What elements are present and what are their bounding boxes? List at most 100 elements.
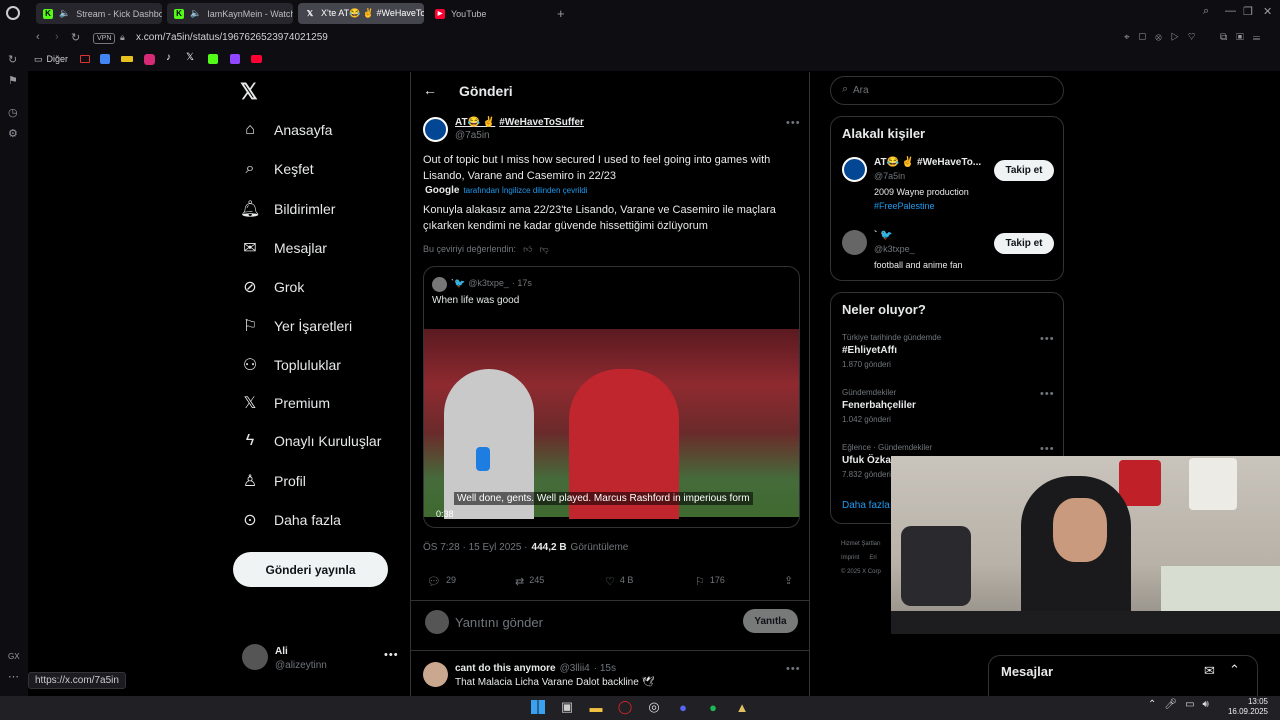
youtube-bookmark-icon[interactable] (251, 55, 262, 63)
footer-link[interactable]: Eri (869, 551, 876, 565)
sidebar-item-messages[interactable]: ✉ Mesajlar (240, 238, 327, 258)
author-handle[interactable]: @7a5in (455, 130, 490, 141)
bookmark-action[interactable]: ⚐ 176 (695, 575, 725, 588)
reply-author-handle[interactable]: @3llii4 (560, 663, 590, 674)
tiktok-icon[interactable]: ♪ (166, 52, 171, 63)
reply-author-name[interactable]: cant do this anymore (455, 663, 556, 674)
tab-kick-dashboard[interactable]: K 🔈 Stream - Kick Dashbo (36, 3, 162, 24)
sidebar-more-icon[interactable]: ⋯ (8, 670, 19, 683)
gmail-icon[interactable] (80, 55, 90, 63)
trend-more-icon[interactable]: ••• (1040, 388, 1055, 400)
sidebar-item-verified-orgs[interactable]: ϟ Onaylı Kuruluşlar (240, 432, 382, 450)
address-actions-icon[interactable]: ⌖▢⊗▷♡ (1124, 32, 1204, 43)
tab-x-post[interactable]: 𝕏 X'te AT😂 ✌ #WeHaveTo (298, 3, 424, 24)
search-box[interactable]: ⌕ Ara (830, 76, 1064, 105)
footer-link[interactable]: Imprint (841, 551, 859, 565)
x-logo-icon[interactable]: 𝕏 (240, 79, 258, 105)
trend-item[interactable]: Gündemdekiler Fenerbahçeliler 1.042 gönd… (842, 388, 1057, 433)
url-field[interactable]: x.com/7a5in/status/1967626523974021259 (136, 32, 328, 43)
sidebar-item-more[interactable]: ⊙ Daha fazla (240, 510, 341, 530)
search-input[interactable]: Ara (853, 85, 869, 96)
instagram-icon[interactable] (144, 54, 155, 65)
translation-note[interactable]: Google tarafından İngilizce dilinden çev… (425, 185, 588, 196)
reply-action[interactable]: 💬︎ 29 (427, 575, 456, 588)
follow-button[interactable]: Takip et (994, 160, 1054, 181)
follow-button[interactable]: Takip et (994, 233, 1054, 254)
reply-input[interactable]: Yanıtını gönder (455, 615, 543, 630)
spotify-icon[interactable]: ● (702, 696, 724, 718)
person-name[interactable]: ` 🐦 (874, 230, 893, 241)
history-icon[interactable]: ↻ (8, 53, 17, 66)
quoted-post[interactable]: `🐦 @k3txpe_ · 17s When life was good Wel… (423, 266, 800, 528)
sidebar-item-notifications[interactable]: 🔔︎ Bildirimler (240, 199, 335, 219)
person-bio-hashtag[interactable]: #FreePalestine (874, 201, 935, 211)
obs-icon[interactable]: ◎ (643, 696, 665, 718)
settings-gear-icon[interactable]: ⚙ (8, 127, 18, 140)
post-button[interactable]: Gönderi yayınla (233, 552, 388, 587)
reload-icon[interactable]: ↻ (71, 31, 80, 44)
video-player[interactable]: Well done, gents. Well played. Marcus Ra… (424, 329, 799, 519)
tray-icons[interactable]: ⌃🎤︎▭🔊︎ (1148, 699, 1217, 710)
windows-start-icon[interactable] (527, 696, 549, 718)
account-more-icon[interactable]: ••• (384, 649, 399, 661)
close-window-icon[interactable]: ✕ (1263, 5, 1272, 18)
vpn-badge[interactable]: VPN (93, 33, 116, 44)
twitch-icon[interactable] (230, 54, 240, 64)
file-explorer-icon[interactable]: ▬ (585, 696, 607, 718)
app-icon[interactable]: ▲ (731, 696, 753, 718)
sidebar-item-premium[interactable]: 𝕏 Premium (240, 393, 330, 413)
person-avatar[interactable] (842, 230, 867, 255)
clock-icon[interactable]: ◷ (8, 106, 18, 119)
post-more-icon[interactable]: ••• (786, 117, 801, 129)
sidebar-item-grok[interactable]: ⊘ Grok (240, 277, 304, 297)
chevron-up-icon[interactable]: ⌃ (1229, 662, 1240, 678)
thumbs-up-icon[interactable]: 👍︎ (523, 244, 532, 255)
reply-submit-button[interactable]: Yanıtla (743, 609, 798, 633)
person-avatar[interactable] (842, 157, 867, 182)
reply-more-icon[interactable]: ••• (786, 663, 801, 675)
sidebar-item-explore[interactable]: ⌕ Keşfet (240, 160, 314, 178)
discord-icon[interactable]: ● (672, 696, 694, 718)
bookmark-folder[interactable]: ▭ Diğer (34, 54, 68, 65)
task-view-icon[interactable]: ▣ (556, 696, 578, 718)
opera-gx-icon[interactable]: ◯ (614, 696, 636, 718)
sidebar-item-profile[interactable]: ♙ Profil (240, 471, 306, 491)
like-action[interactable]: ♡ 4 B (605, 575, 633, 588)
back-icon[interactable]: ‹ (36, 31, 40, 43)
minimize-icon[interactable]: — (1225, 5, 1236, 17)
back-arrow-icon[interactable]: ← (423, 82, 437, 98)
sidebar-item-home[interactable]: ⌂ Anasayfa (240, 121, 332, 139)
person-name[interactable]: AT😂 ✌ #WeHaveTo... (874, 157, 981, 168)
trend-item[interactable]: Türkiye tarihinde gündemde #EhliyetAffı … (842, 333, 1057, 378)
messages-drawer[interactable]: Mesajlar ✉ ⌃ (988, 655, 1258, 696)
thumbs-down-icon[interactable]: 👎︎ (539, 244, 548, 255)
author-name-line[interactable]: AT😂 ✌ #WeHaveToSuffer (455, 117, 584, 128)
translate-icon[interactable] (100, 54, 110, 64)
share-icon[interactable]: ⇪ (784, 574, 793, 587)
kick-bookmark-icon[interactable] (208, 54, 218, 64)
new-tab-plus-icon[interactable]: + (557, 6, 565, 21)
extensions-icon[interactable]: ⧉▣☰ (1220, 32, 1269, 43)
post-timestamp[interactable]: ÖS 7:28 · 15 Eyl 2025 · (423, 542, 528, 553)
pinboard-icon[interactable]: ⚑ (8, 74, 18, 87)
sidebar-item-bookmarks[interactable]: ⚐ Yer İşaretleri (240, 316, 352, 336)
forward-icon[interactable]: › (55, 31, 59, 43)
trend-more-icon[interactable]: ••• (1040, 443, 1055, 455)
repost-action[interactable]: ⇄ 245 (515, 575, 544, 588)
account-switcher[interactable]: Ali @alizeytinn ••• (242, 644, 402, 674)
trend-more-icon[interactable]: ••• (1040, 333, 1055, 345)
tab-kick-watch[interactable]: K 🔈 IamKaynMein - Watch (167, 3, 293, 24)
x-bookmark-icon[interactable]: 𝕏 (186, 52, 194, 63)
author-avatar[interactable] (423, 117, 448, 142)
maximize-icon[interactable]: ❐ (1243, 5, 1253, 18)
gx-label[interactable]: GX (8, 652, 20, 661)
search-tabs-icon[interactable]: ⌕ (1203, 5, 1209, 18)
new-message-icon[interactable]: ✉ (1204, 663, 1215, 679)
clock[interactable]: 13:05 16.09.2025 (1226, 697, 1268, 717)
show-more-link[interactable]: Daha fazla (842, 500, 890, 511)
sidebar-item-communities[interactable]: ⚇ Topluluklar (240, 355, 341, 375)
bookmark-yellow-icon[interactable] (121, 56, 133, 62)
tab-youtube[interactable]: ▶ YouTube (428, 3, 554, 24)
opera-gx-logo-icon[interactable] (6, 6, 20, 20)
reply-avatar[interactable] (423, 662, 448, 687)
